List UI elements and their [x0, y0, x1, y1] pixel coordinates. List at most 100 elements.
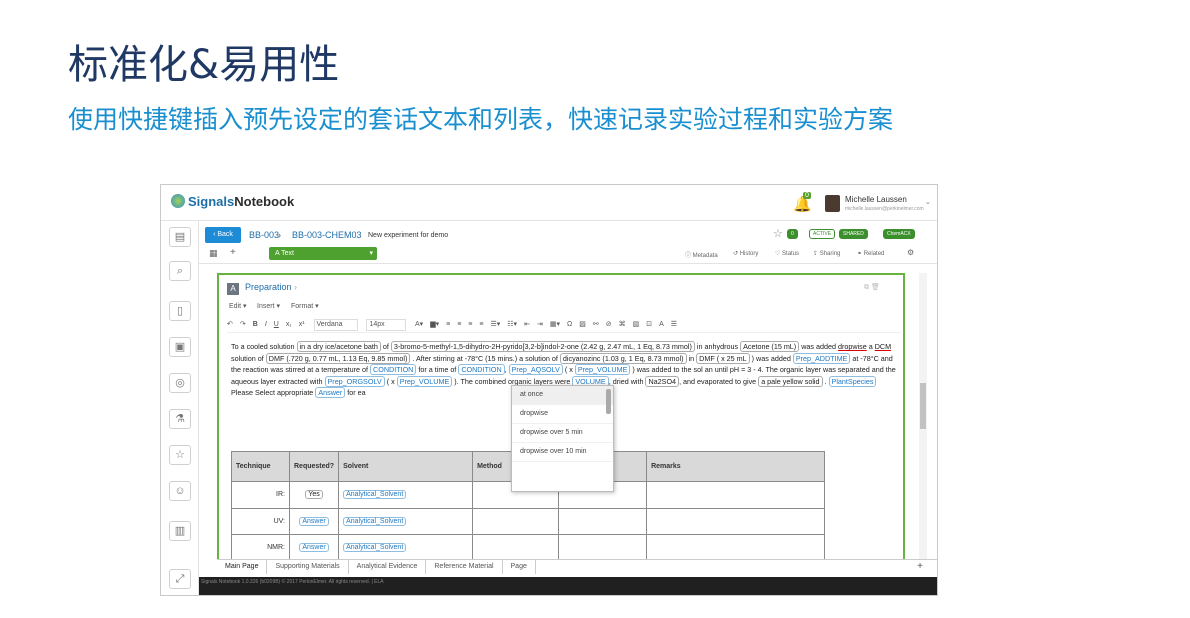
- list-icon[interactable]: ☰: [671, 321, 677, 328]
- add-tab-icon[interactable]: +: [909, 560, 931, 574]
- related-button[interactable]: ⚭ Related: [857, 250, 884, 257]
- reagent-token[interactable]: DMF (.720 g, 0.77 mL, 1.13 Eq, 9.85 mmol…: [265, 352, 411, 364]
- shortcut-token[interactable]: Prep_VOLUME: [574, 364, 631, 375]
- shortcut-token[interactable]: Prep_AQSOLV: [508, 364, 563, 375]
- sharing-button[interactable]: ⇪ Sharing: [813, 250, 840, 257]
- bullet-list-icon[interactable]: ☰▾: [490, 321, 500, 328]
- tab-reference-material[interactable]: Reference Material: [426, 560, 503, 574]
- spellcheck-word[interactable]: dropwise: [838, 342, 867, 351]
- status-badge-active[interactable]: ACTIVE: [809, 229, 836, 239]
- indent-icon[interactable]: ⇥: [537, 321, 543, 328]
- breadcrumb-item-experiment[interactable]: BB-003-CHEM03: [292, 230, 362, 240]
- panel-actions-icon[interactable]: ⧉ 🗑: [864, 283, 880, 292]
- solvent-token[interactable]: Analytical_Solvent: [343, 490, 407, 500]
- dropdown-option[interactable]: dropwise over 5 min: [512, 424, 613, 443]
- shortcut-token[interactable]: Prep_ORGSOLV: [324, 375, 385, 387]
- empty-cell[interactable]: [558, 507, 648, 535]
- flask-icon[interactable]: ⚗: [169, 409, 191, 429]
- shortcut-token[interactable]: CONDITION: [458, 364, 505, 375]
- technique-cell[interactable]: NMR:: [231, 534, 290, 562]
- insert-menu[interactable]: Insert ▾: [257, 302, 280, 310]
- text-icon[interactable]: A: [659, 321, 664, 328]
- shortcut-token[interactable]: Prep_ADDTIME: [792, 352, 851, 364]
- highlight-icon[interactable]: ▆▾: [430, 321, 439, 328]
- scrollbar-thumb[interactable]: [920, 383, 926, 429]
- add-text-button[interactable]: A Text ▾: [269, 247, 377, 260]
- dropdown-option[interactable]: dropwise over 10 min: [512, 443, 613, 462]
- back-button[interactable]: ‹ Back: [205, 227, 241, 243]
- solvent-token[interactable]: Analytical_Solvent: [343, 516, 407, 526]
- shortcut-token[interactable]: CONDITION: [370, 364, 417, 375]
- star-icon[interactable]: ☆: [169, 445, 191, 465]
- reagent-token[interactable]: dicyanozinc (1.03 g, 1 Eq, 8.73 mmol): [559, 352, 687, 364]
- tab-supporting-materials[interactable]: Supporting Materials: [267, 560, 349, 574]
- outdent-icon[interactable]: ⇤: [524, 321, 530, 328]
- requested-cell[interactable]: Yes: [288, 481, 340, 509]
- unlink-icon[interactable]: ⊘: [606, 321, 612, 328]
- superscript-icon[interactable]: x¹: [299, 321, 305, 328]
- reagent-token[interactable]: DMF ( x 25 mL: [696, 352, 750, 364]
- method-cell[interactable]: [472, 507, 560, 535]
- phrase-token[interactable]: a pale yellow solid: [758, 375, 823, 387]
- edit-menu[interactable]: Edit ▾: [229, 302, 247, 310]
- app-logo[interactable]: SignalsNotebook: [171, 194, 294, 209]
- font-color-icon[interactable]: A▾: [415, 321, 423, 328]
- notification-bell-icon[interactable]: 🔔 0: [793, 192, 812, 213]
- align-left-icon[interactable]: ≡: [446, 321, 450, 328]
- remarks-cell[interactable]: [646, 507, 826, 535]
- tab-analytical-evidence[interactable]: Analytical Evidence: [349, 560, 427, 574]
- align-right-icon[interactable]: ≡: [468, 321, 472, 328]
- clear-format-icon[interactable]: ⊡: [646, 321, 652, 328]
- history-button[interactable]: ↺ History: [733, 250, 758, 257]
- expand-icon[interactable]: ⤢: [169, 569, 191, 589]
- solvent-cell[interactable]: Analytical_Solvent: [338, 534, 474, 562]
- avatar[interactable]: [825, 195, 840, 212]
- solvent-token[interactable]: Analytical_Solvent: [343, 543, 407, 553]
- dashboard-icon[interactable]: ▤: [169, 227, 191, 247]
- omega-icon[interactable]: Ω: [567, 321, 572, 328]
- format-menu[interactable]: Format ▾: [291, 302, 319, 310]
- notebook-icon[interactable]: ▯: [169, 301, 191, 321]
- comments-badge[interactable]: 0: [787, 229, 798, 239]
- technique-cell[interactable]: IR:: [231, 481, 290, 509]
- spellcheck-word[interactable]: DCM: [875, 342, 891, 351]
- requested-cell[interactable]: Answer: [288, 507, 340, 535]
- technique-cell[interactable]: UV:: [231, 507, 290, 535]
- breadcrumb-item-notebook[interactable]: BB-003: [249, 230, 279, 240]
- undo-icon[interactable]: ↶: [227, 321, 233, 328]
- italic-icon[interactable]: I: [265, 321, 267, 328]
- search-icon[interactable]: ⌕: [169, 261, 191, 281]
- font-select[interactable]: Verdana: [313, 319, 358, 331]
- requested-value[interactable]: Yes: [305, 490, 323, 500]
- metadata-button[interactable]: ⓘ Metadata: [685, 250, 718, 259]
- phrase-token[interactable]: in a dry ice/acetone bath: [296, 341, 381, 352]
- media-icon[interactable]: ▧: [633, 321, 640, 328]
- trash-icon[interactable]: ▥: [169, 521, 191, 541]
- section-title[interactable]: Preparation: [245, 282, 292, 292]
- status-badge-shared[interactable]: SHARED: [839, 229, 868, 239]
- layout-icon[interactable]: ▦: [209, 248, 218, 259]
- dropdown-option[interactable]: dropwise: [512, 405, 613, 424]
- code-icon[interactable]: ⌘: [619, 321, 626, 328]
- requested-token[interactable]: Answer: [299, 516, 329, 526]
- status-button[interactable]: ♡ Status: [775, 250, 799, 257]
- image-icon[interactable]: ▨: [579, 321, 586, 328]
- underline-icon[interactable]: U: [274, 321, 279, 328]
- dropdown-option[interactable]: at once: [512, 386, 613, 405]
- user-name[interactable]: Michelle Laussen: [845, 195, 907, 204]
- empty-cell[interactable]: [558, 534, 648, 562]
- subscript-icon[interactable]: x₁: [286, 321, 292, 328]
- clipboard-icon[interactable]: ▣: [169, 337, 191, 357]
- reagent-token[interactable]: 3-bromo-5-methyl-1,5-dihydro-2H-pyrido[3…: [390, 341, 695, 352]
- method-cell[interactable]: [472, 534, 560, 562]
- reagent-token[interactable]: Acetone (15 mL): [740, 341, 800, 352]
- chevron-down-icon[interactable]: ⌄: [925, 198, 931, 206]
- shortcut-token[interactable]: PlantSpecies: [828, 375, 877, 387]
- gear-icon[interactable]: ⚙: [907, 248, 914, 257]
- tab-page[interactable]: Page: [503, 560, 536, 574]
- requested-token[interactable]: Answer: [299, 543, 329, 553]
- shortcut-token[interactable]: Prep_VOLUME: [396, 375, 453, 387]
- link-icon[interactable]: ⚯: [593, 321, 599, 328]
- remarks-cell[interactable]: [646, 534, 826, 562]
- tab-main-page[interactable]: Main Page: [217, 560, 268, 574]
